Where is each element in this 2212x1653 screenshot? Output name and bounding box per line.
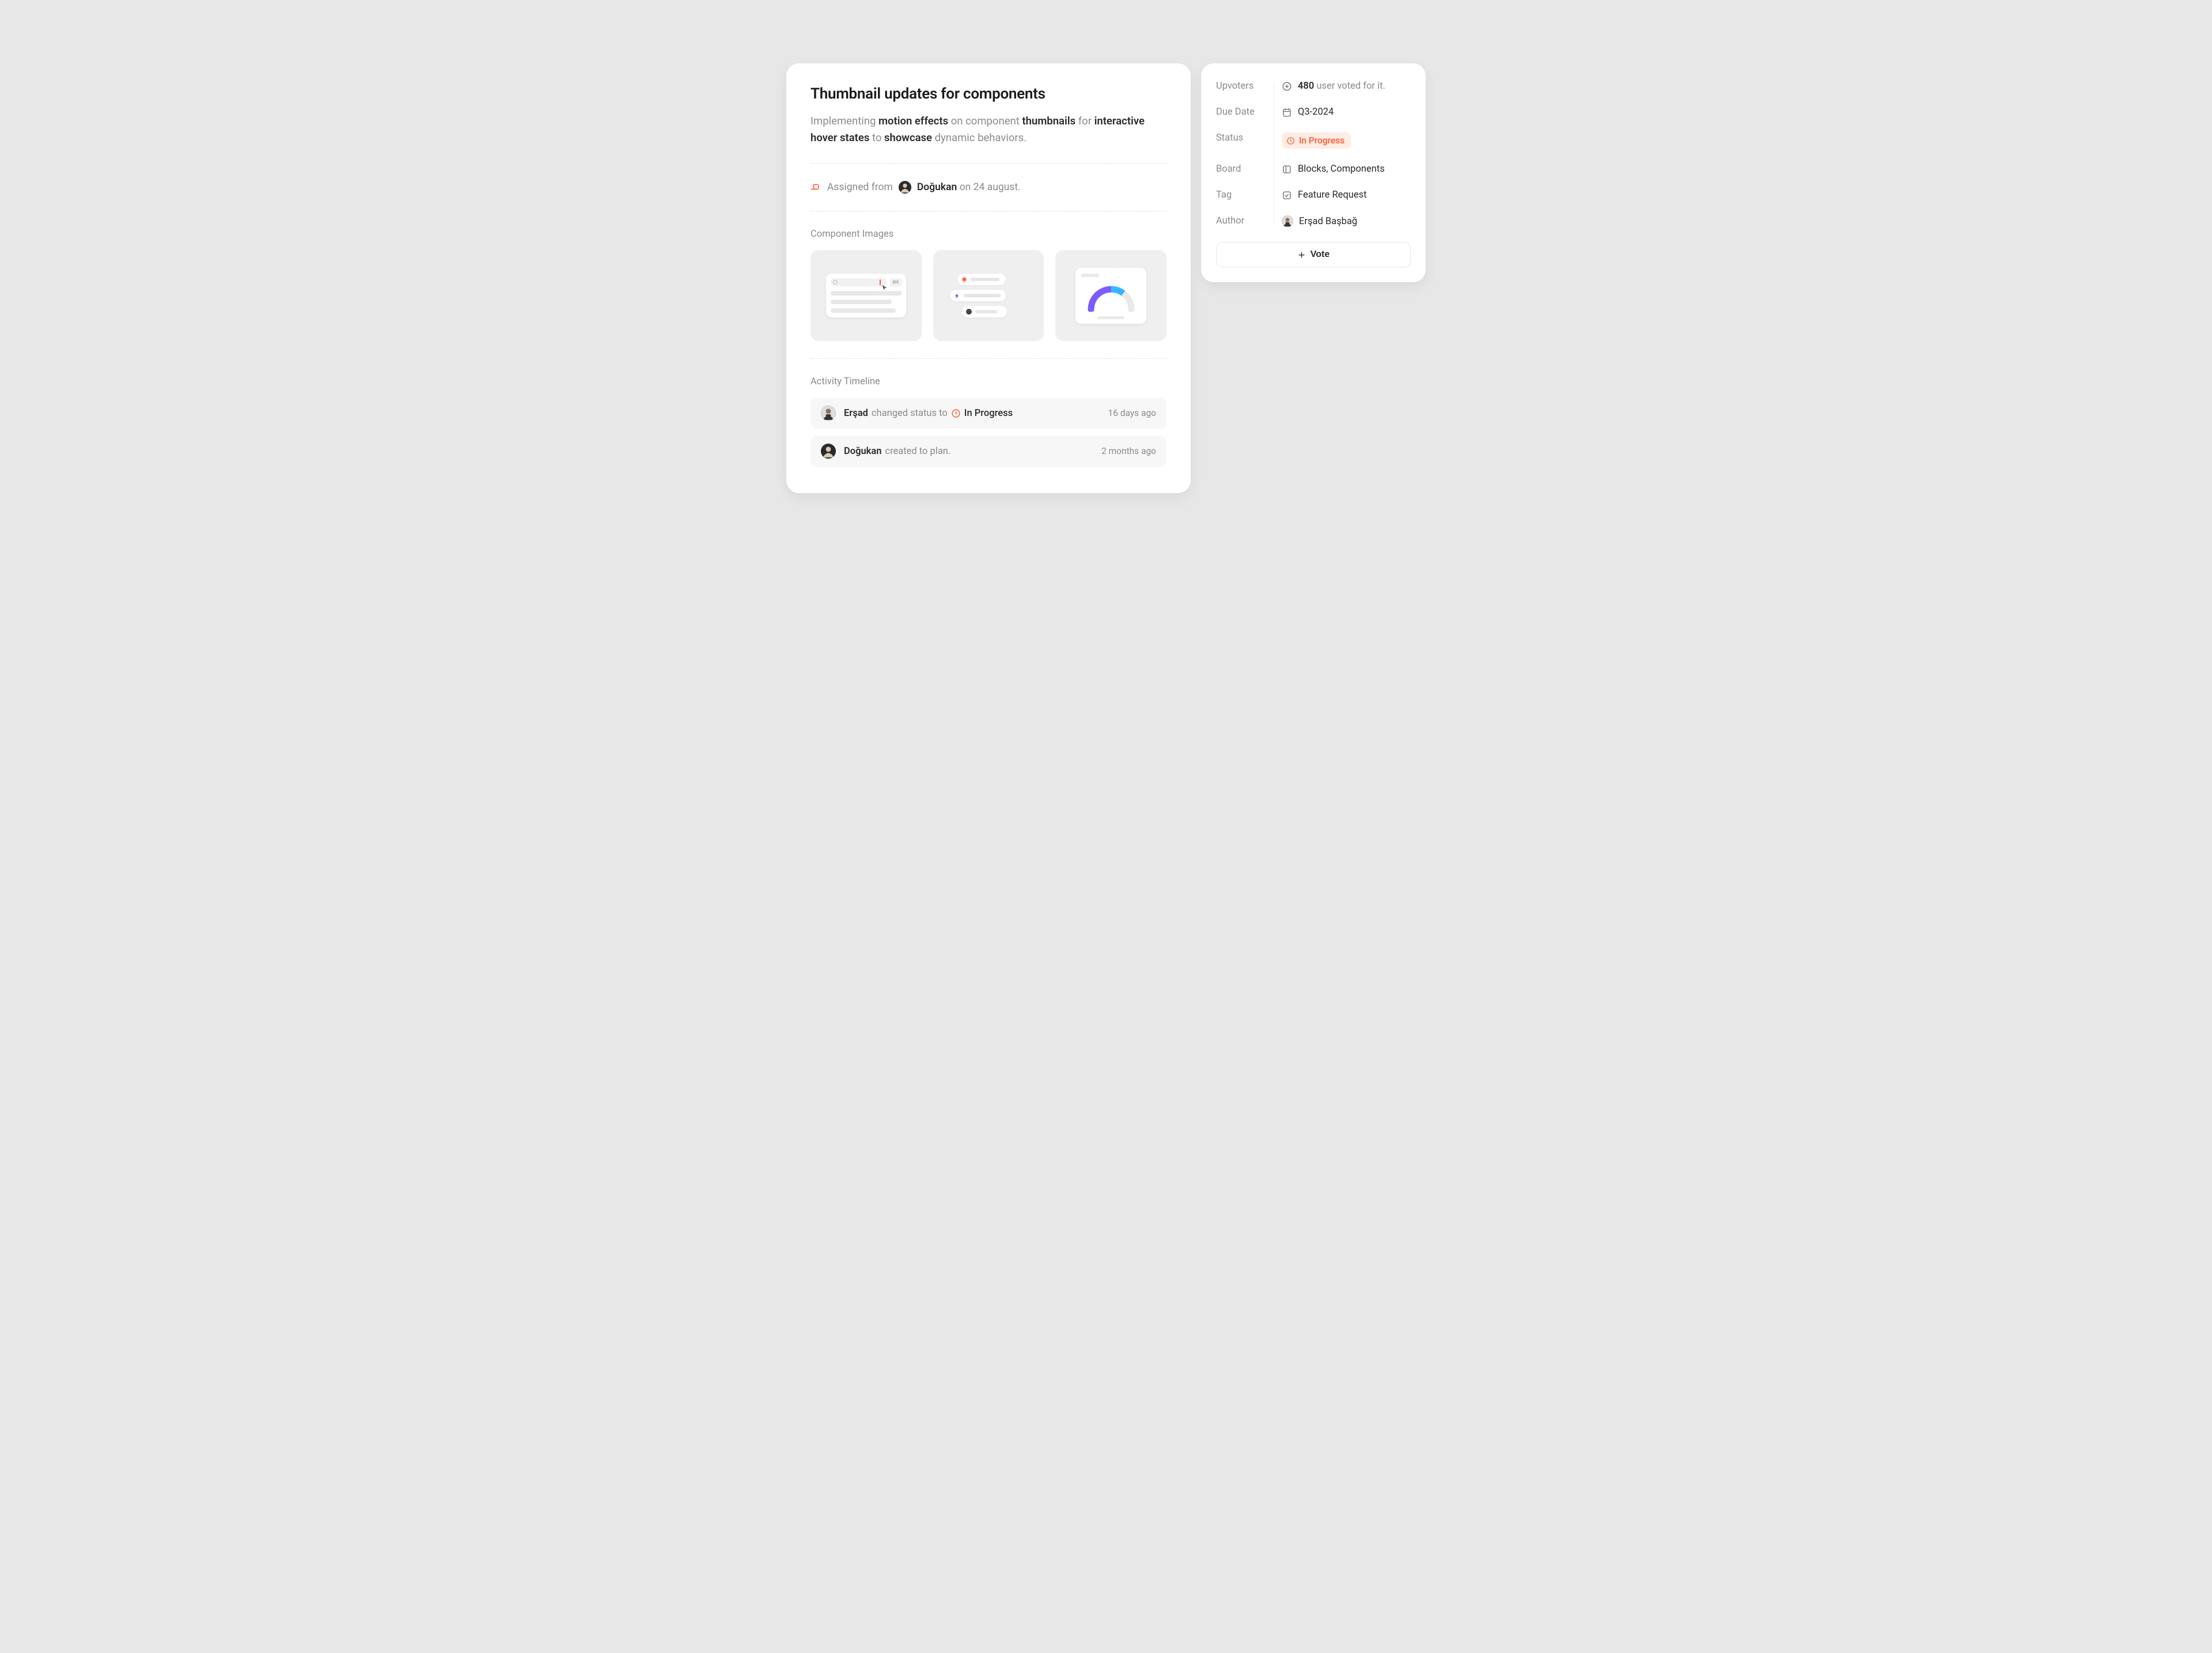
meta-value-upvoters: 480 user voted for it. — [1282, 81, 1411, 92]
activity-section-label: Activity Timeline — [810, 376, 1166, 387]
user-avatar — [821, 444, 836, 459]
meta-value-author: Erşad Başbağ — [1282, 215, 1411, 227]
meta-label-board: Board — [1216, 164, 1271, 175]
author-avatar — [1282, 215, 1293, 227]
meta-label-due-date: Due Date — [1216, 107, 1271, 118]
images-section-label: Component Images — [810, 229, 1166, 240]
meta-value-status: In Progress — [1282, 133, 1411, 149]
activity-status: In Progress — [964, 408, 1013, 419]
divider — [810, 358, 1166, 359]
check-square-icon — [1282, 190, 1292, 201]
meta-value-due-date: Q3-2024 — [1282, 107, 1411, 118]
meta-label-tag: Tag — [1216, 190, 1271, 201]
component-images-row: ⌘K — [810, 250, 1166, 341]
plus-icon — [1297, 251, 1306, 259]
clock-icon — [951, 408, 961, 418]
component-thumbnail[interactable] — [1055, 250, 1166, 341]
activity-item: Erşad changed status to In Progress 16 d… — [810, 398, 1166, 429]
page-title: Thumbnail updates for components — [810, 85, 1166, 103]
plus-circle-icon — [1282, 81, 1292, 92]
task-description: Implementing motion effects on component… — [810, 113, 1166, 146]
component-thumbnail[interactable]: ⌘K — [810, 250, 922, 341]
calendar-icon — [1282, 107, 1292, 118]
assigner-avatar — [899, 181, 911, 194]
status-badge: In Progress — [1282, 133, 1351, 149]
activity-user: Doğukan — [844, 446, 881, 457]
layout-icon — [1282, 164, 1292, 175]
meta-label-author: Author — [1216, 215, 1271, 227]
component-thumbnail[interactable] — [933, 250, 1044, 341]
meta-label-status: Status — [1216, 133, 1271, 149]
meta-value-board: Blocks, Components — [1282, 164, 1411, 175]
task-detail-card: Thumbnail updates for components Impleme… — [786, 63, 1191, 493]
meta-value-tag: Feature Request — [1282, 190, 1411, 201]
divider — [810, 163, 1166, 164]
vote-button[interactable]: Vote — [1216, 242, 1411, 267]
activity-item: Doğukan created to plan. 2 months ago — [810, 436, 1166, 467]
sidebar-meta-card: Upvoters 480 user voted for it. Due Date… — [1201, 63, 1426, 282]
activity-user: Erşad — [844, 408, 868, 419]
pin-icon — [810, 182, 821, 193]
activity-time: 2 months ago — [1101, 446, 1156, 456]
assigned-row: Assigned from Doğukan on 24 august. — [810, 181, 1166, 194]
user-avatar — [821, 406, 836, 421]
activity-time: 16 days ago — [1108, 408, 1156, 418]
meta-label-upvoters: Upvoters — [1216, 81, 1271, 92]
